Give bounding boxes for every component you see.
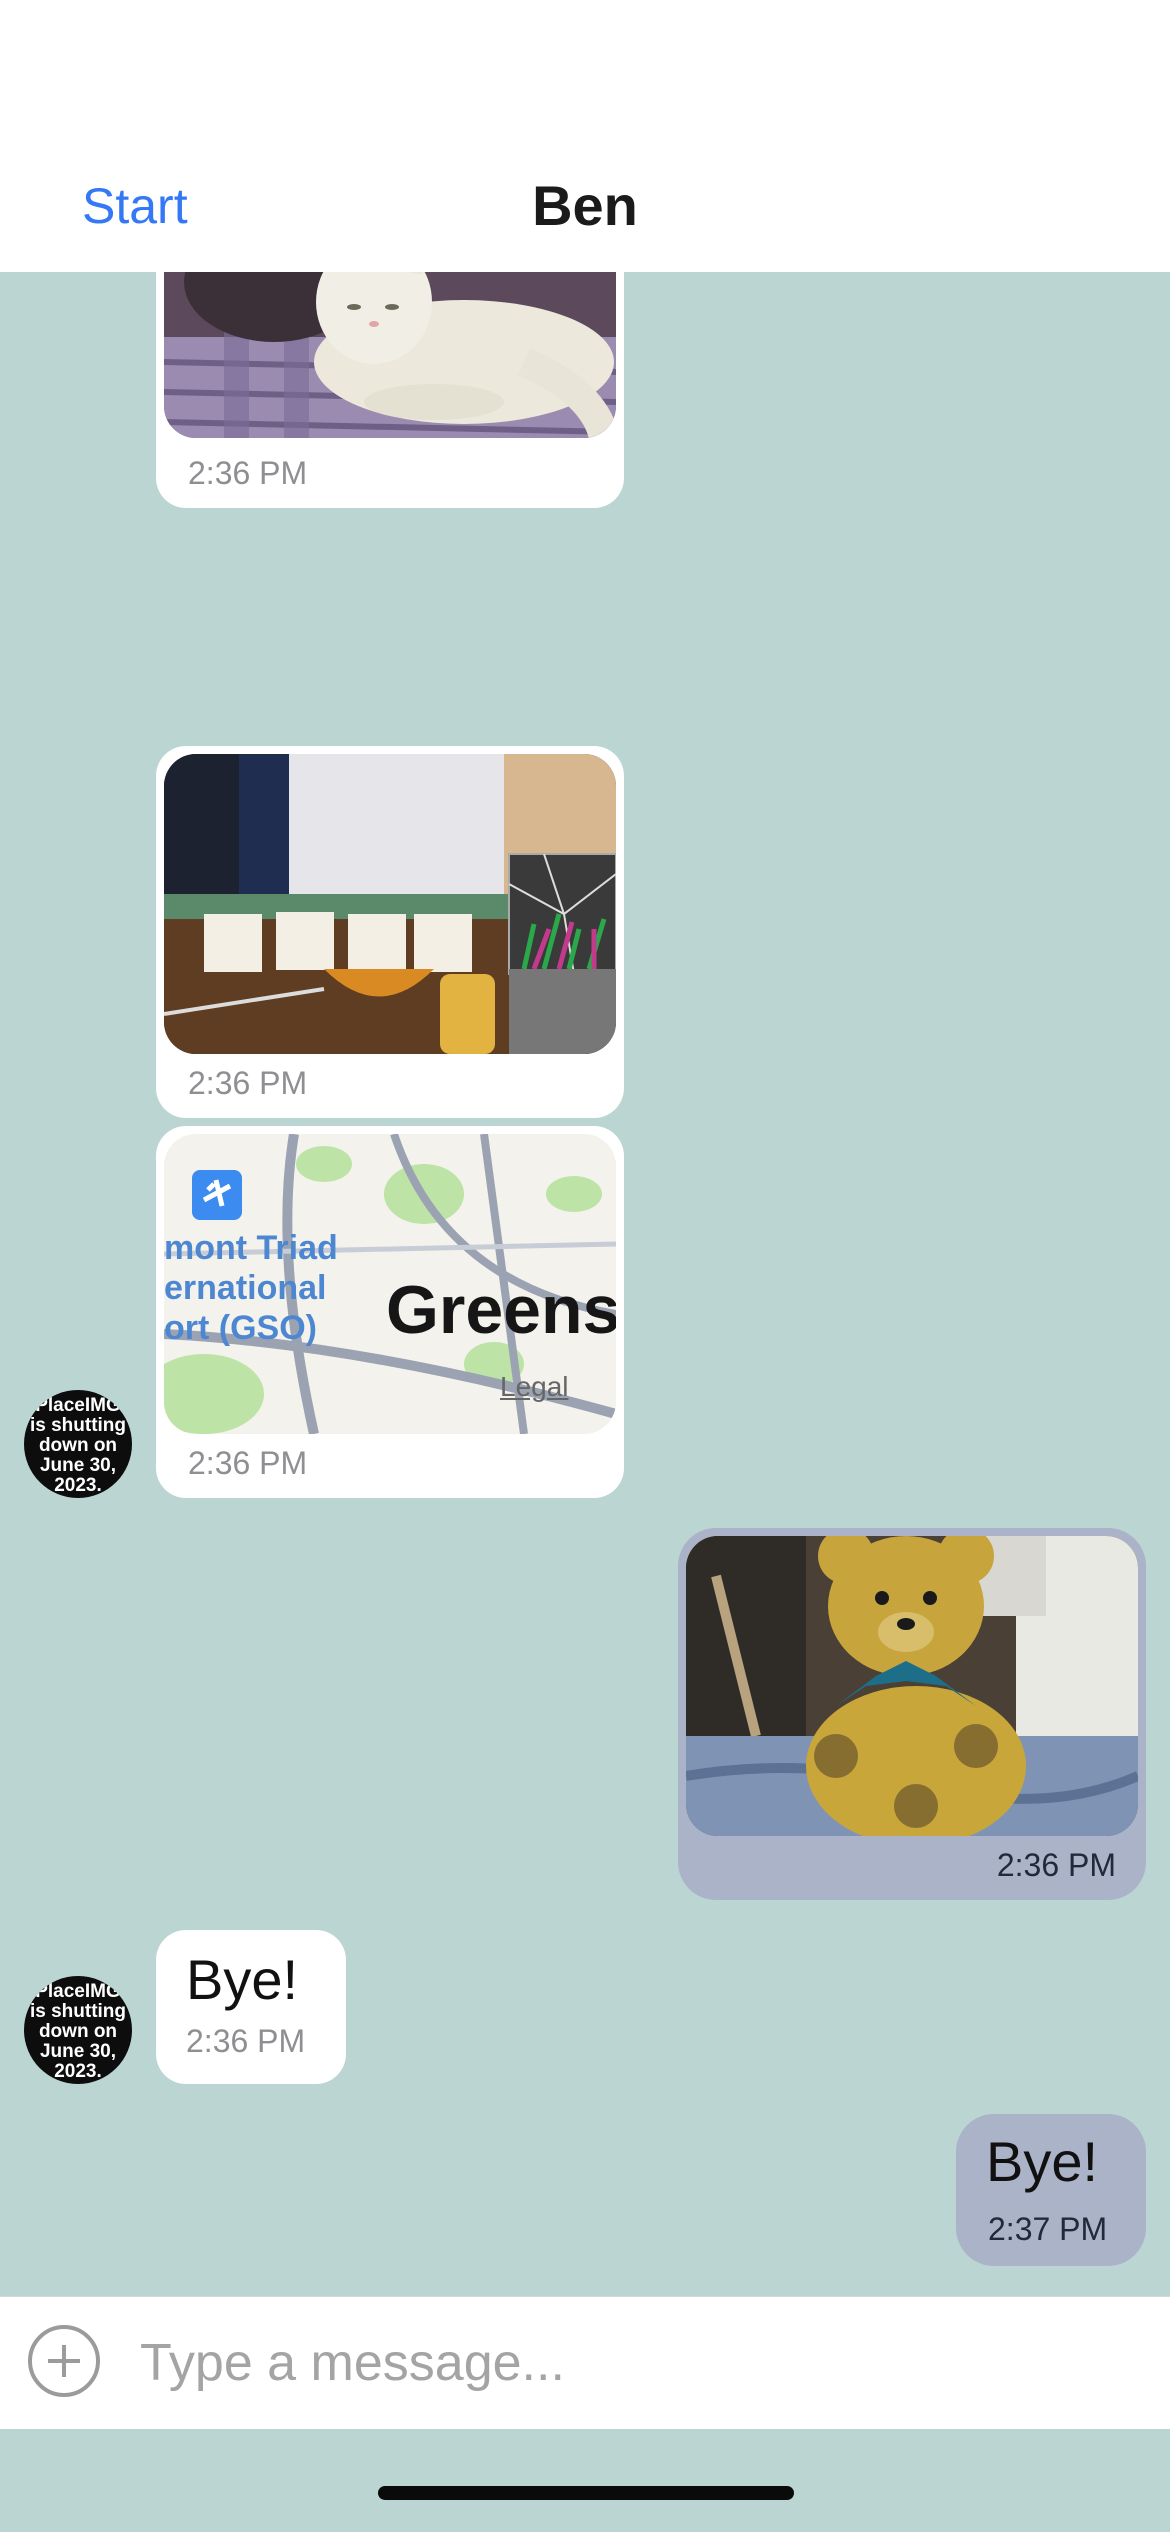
incoming-text-message[interactable]: Bye! 2:36 PM [156, 1930, 346, 2084]
incoming-image-message[interactable]: 2:36 PM [156, 272, 624, 508]
incoming-image-message[interactable]: 2:36 PM [156, 746, 624, 1118]
incoming-location-message[interactable]: mont Triad ernational ort (GSO) Greens L… [156, 1126, 624, 1498]
message-timestamp: 2:36 PM [188, 1445, 308, 1481]
desk-photo[interactable] [164, 754, 616, 1054]
contact-avatar[interactable]: PlaceIMG is shutting down on June 30, 20… [24, 1390, 132, 1498]
avatar-text: down on [38, 1435, 118, 1456]
message-input[interactable] [138, 2327, 1122, 2399]
map-label: ernational [164, 1269, 327, 1307]
conversation-title: Ben [532, 174, 638, 237]
message-timestamp: 2:36 PM [188, 455, 308, 491]
outgoing-text-message[interactable]: Bye! 2:37 PM [956, 2114, 1146, 2266]
home-indicator[interactable] [378, 2486, 794, 2500]
map-city-label: Greens [386, 1272, 616, 1348]
map-label: ort (GSO) [164, 1309, 317, 1347]
message-timestamp: 2:36 PM [996, 1847, 1116, 1883]
message-text: Bye! [986, 2130, 1099, 2193]
message-composer [0, 2296, 1170, 2429]
message-list[interactable]: 2:36 PM 2:36 PM mont Triad ernational or… [0, 272, 1170, 2296]
map-legal-link[interactable]: Legal [500, 1370, 569, 1404]
outgoing-image-message[interactable]: 2:36 PM [678, 1528, 1146, 1900]
avatar-text: down on [38, 2021, 118, 2042]
avatar-text: is shutting [29, 2001, 127, 2022]
nav-bar: Start Ben [0, 0, 1170, 272]
teddy-bear-photo[interactable] [686, 1536, 1138, 1836]
map-label: mont Triad [164, 1229, 338, 1267]
avatar-text: June 30, [39, 1455, 117, 1476]
avatar-text: PlaceIMG [35, 1395, 121, 1416]
map-preview[interactable]: mont Triad ernational ort (GSO) Greens L… [164, 1134, 616, 1434]
avatar-text: is shutting [29, 1415, 127, 1436]
message-timestamp: 2:36 PM [188, 1065, 308, 1101]
avatar-text: 2023. [54, 1475, 102, 1496]
message-text: Bye! [186, 1948, 299, 2011]
contact-avatar[interactable]: PlaceIMG is shutting down on June 30, 20… [24, 1976, 132, 2084]
avatar-text: PlaceIMG [35, 1981, 121, 2002]
message-timestamp: 2:36 PM [186, 2023, 306, 2059]
avatar-text: June 30, [39, 2041, 117, 2062]
cat-photo[interactable] [164, 272, 616, 438]
message-timestamp: 2:37 PM [988, 2211, 1108, 2247]
avatar-text: 2023. [54, 2061, 102, 2082]
add-attachment-button[interactable] [28, 2325, 100, 2397]
